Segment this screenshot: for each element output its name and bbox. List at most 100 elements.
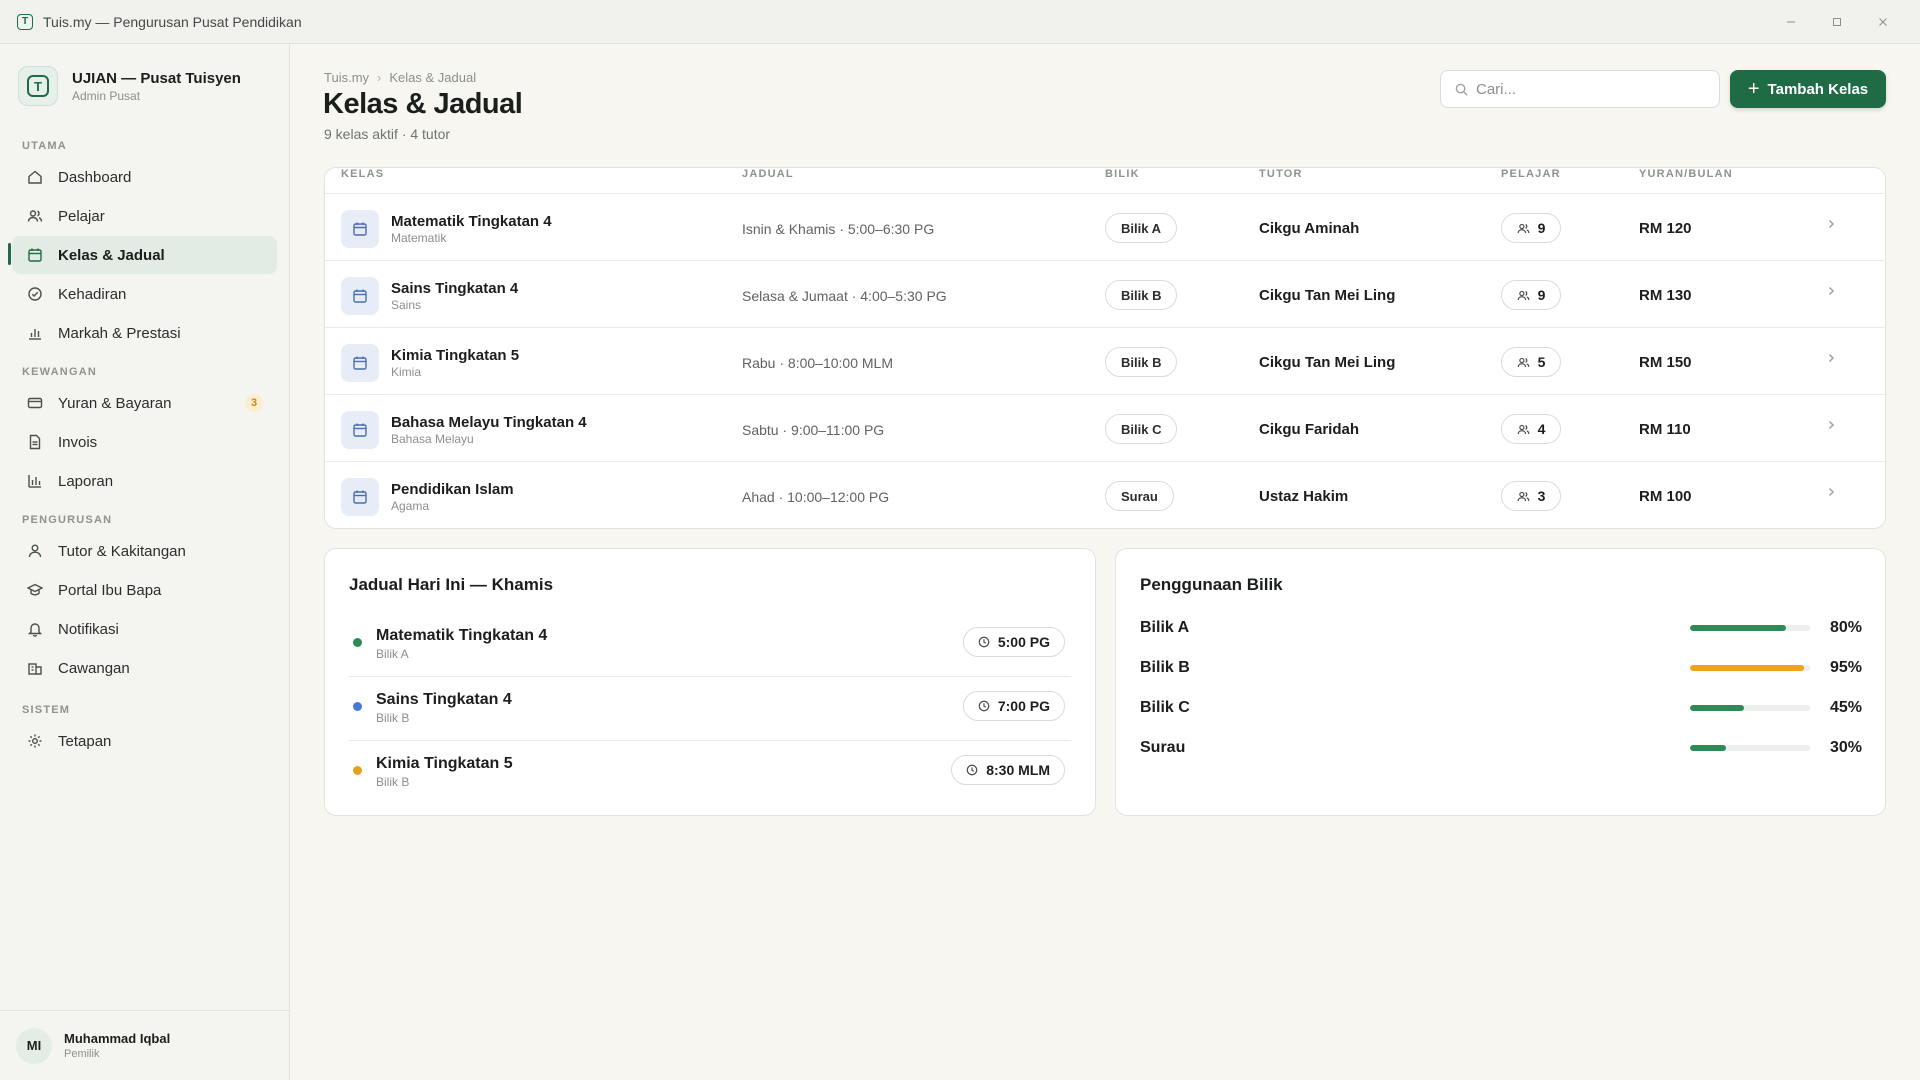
sidebar-item-notifikasi[interactable]: Notifikasi — [12, 610, 277, 648]
student-count: 3 — [1537, 488, 1546, 504]
breadcrumb-home-link[interactable]: Tuis.my — [324, 70, 369, 85]
room-name: Bilik C — [1140, 699, 1190, 716]
chevron-right-icon[interactable] — [1825, 218, 1837, 230]
minimize-button[interactable] — [1768, 0, 1814, 44]
room-usage-row: Bilik A 80% — [1140, 616, 1862, 640]
table-row[interactable]: Matematik Tingkatan 4 Matematik Isnin & … — [325, 194, 1885, 261]
room-badge: Bilik B — [1105, 280, 1178, 310]
table-row[interactable]: Pendidikan Islam Agama Ahad · 10:00–12:0… — [325, 462, 1885, 528]
room-usage-row: Surau 30% — [1140, 736, 1862, 760]
avatar: MI — [16, 1027, 52, 1064]
bell-icon — [26, 620, 44, 638]
breadcrumb-current: Kelas & Jadual — [389, 70, 477, 85]
status-dot — [353, 638, 362, 647]
sidebar: T UJIAN — Pusat Tuisyen Admin Pusat UTAM… — [0, 44, 290, 1080]
sidebar-item-kelas-jadual[interactable]: Kelas & Jadual — [12, 236, 277, 274]
clock-icon — [978, 700, 990, 712]
schedule-item[interactable]: Kimia Tingkatan 5 Bilik B 8:30 MLM — [349, 741, 1071, 805]
title-bar: T Tuis.my — Pengurusan Pusat Pendidikan — [0, 0, 1920, 44]
app-logo-icon: T — [17, 13, 33, 30]
sidebar-item-tetapan[interactable]: Tetapan — [12, 722, 277, 760]
notification-badge: 3 — [245, 394, 263, 412]
status-dot — [353, 702, 362, 711]
room-name: Bilik B — [1140, 659, 1190, 676]
search-box[interactable] — [1440, 70, 1720, 108]
chevron-right-icon[interactable] — [1825, 486, 1837, 498]
schedule-room: Bilik B — [376, 775, 410, 789]
bar-chart-icon — [26, 324, 44, 342]
active-indicator — [8, 243, 11, 265]
clock-icon — [966, 764, 978, 776]
sidebar-item-label: Portal Ibu Bapa — [58, 581, 162, 599]
class-subject: Kimia — [391, 365, 422, 379]
usage-bar-fill — [1690, 665, 1804, 671]
sidebar-item-label: Laporan — [58, 472, 114, 490]
sidebar-item-dashboard[interactable]: Dashboard — [12, 158, 277, 196]
sidebar-item-label: Yuran & Bayaran — [58, 394, 172, 412]
sidebar-item-cawangan[interactable]: Cawangan — [12, 649, 277, 687]
tutor-name: Ustaz Hakim — [1259, 488, 1349, 505]
close-button[interactable] — [1860, 0, 1906, 44]
add-class-button[interactable]: + Tambah Kelas — [1730, 70, 1886, 108]
room-usage-row: Bilik C 45% — [1140, 696, 1862, 720]
page-subtitle: 9 kelas aktif · 4 tutor — [324, 126, 451, 142]
nav-section-sistem: SISTEM — [22, 704, 71, 716]
brand[interactable]: T UJIAN — Pusat Tuisyen Admin Pusat — [18, 66, 241, 106]
user-profile[interactable]: MI Muhammad Iqbal Pemilik — [0, 1010, 289, 1080]
schedule-item[interactable]: Sains Tingkatan 4 Bilik B 7:00 PG — [349, 677, 1071, 741]
window-title: Tuis.my — Pengurusan Pusat Pendidikan — [43, 13, 302, 30]
class-name: Sains Tingkatan 4 — [391, 280, 519, 297]
schedule-time: 5:00 PG — [997, 634, 1050, 650]
tutor-name: Cikgu Tan Mei Ling — [1259, 287, 1396, 304]
table-header: KELAS JADUAL BILIK TUTOR PELAJAR YURAN/B… — [325, 168, 1885, 194]
calendar-icon — [341, 210, 379, 248]
schedule-room: Bilik B — [376, 711, 410, 725]
schedule-time: 8:30 MLM — [986, 762, 1050, 778]
sidebar-item-markah-prestasi[interactable]: Markah & Prestasi — [12, 314, 277, 352]
sidebar-item-label: Cawangan — [58, 659, 130, 677]
sidebar-item-tutor-kakitangan[interactable]: Tutor & Kakitangan — [12, 532, 277, 570]
maximize-button[interactable] — [1814, 0, 1860, 44]
chevron-right-icon[interactable] — [1825, 419, 1837, 431]
room-usage-row: Bilik B 95% — [1140, 656, 1862, 680]
table-row[interactable]: Sains Tingkatan 4 Sains Selasa & Jumaat … — [325, 261, 1885, 328]
usage-bar — [1690, 745, 1810, 751]
table-row[interactable]: Kimia Tingkatan 5 Kimia Rabu · 8:00–10:0… — [325, 328, 1885, 395]
usage-bar-fill — [1690, 705, 1744, 711]
calendar-icon — [341, 411, 379, 449]
credit-card-icon — [26, 394, 44, 412]
table-row[interactable]: Bahasa Melayu Tingkatan 4 Bahasa Melayu … — [325, 395, 1885, 462]
column-header-tutor: TUTOR — [1259, 168, 1303, 180]
usage-bar — [1690, 705, 1810, 711]
class-name: Pendidikan Islam — [391, 481, 514, 498]
chevron-right-icon[interactable] — [1825, 285, 1837, 297]
class-name: Bahasa Melayu Tingkatan 4 — [391, 414, 587, 431]
schedule-class-name: Matematik Tingkatan 4 — [376, 627, 548, 644]
class-subject: Agama — [391, 499, 430, 513]
usage-bar — [1690, 665, 1810, 671]
class-schedule: Ahad · 10:00–12:00 PG — [742, 489, 890, 505]
sidebar-item-portal-ibu-bapa[interactable]: Portal Ibu Bapa — [12, 571, 277, 609]
sidebar-item-yuran-bayaran[interactable]: Yuran & Bayaran 3 — [12, 384, 277, 422]
search-input[interactable] — [1476, 80, 1696, 98]
student-count: 5 — [1537, 354, 1546, 370]
gear-icon — [26, 732, 44, 750]
chevron-right-icon[interactable] — [1825, 352, 1837, 364]
student-count-badge: 3 — [1501, 481, 1561, 511]
column-header-jadual: JADUAL — [742, 168, 794, 180]
users-icon — [26, 207, 44, 225]
usage-bar — [1690, 625, 1810, 631]
sidebar-item-pelajar[interactable]: Pelajar — [12, 197, 277, 235]
sidebar-item-label: Markah & Prestasi — [58, 324, 181, 342]
users-icon — [1517, 289, 1530, 302]
sidebar-item-label: Tutor & Kakitangan — [58, 542, 186, 560]
calendar-icon — [26, 246, 44, 264]
sidebar-item-label: Kehadiran — [58, 285, 127, 303]
sidebar-item-kehadiran[interactable]: Kehadiran — [12, 275, 277, 313]
sidebar-item-invois[interactable]: Invois — [12, 423, 277, 461]
monthly-fee: RM 120 — [1639, 220, 1692, 237]
nav-section-utama: UTAMA — [22, 140, 67, 152]
schedule-item[interactable]: Matematik Tingkatan 4 Bilik A 5:00 PG — [349, 613, 1071, 677]
monthly-fee: RM 100 — [1639, 488, 1692, 505]
sidebar-item-laporan[interactable]: Laporan — [12, 462, 277, 500]
